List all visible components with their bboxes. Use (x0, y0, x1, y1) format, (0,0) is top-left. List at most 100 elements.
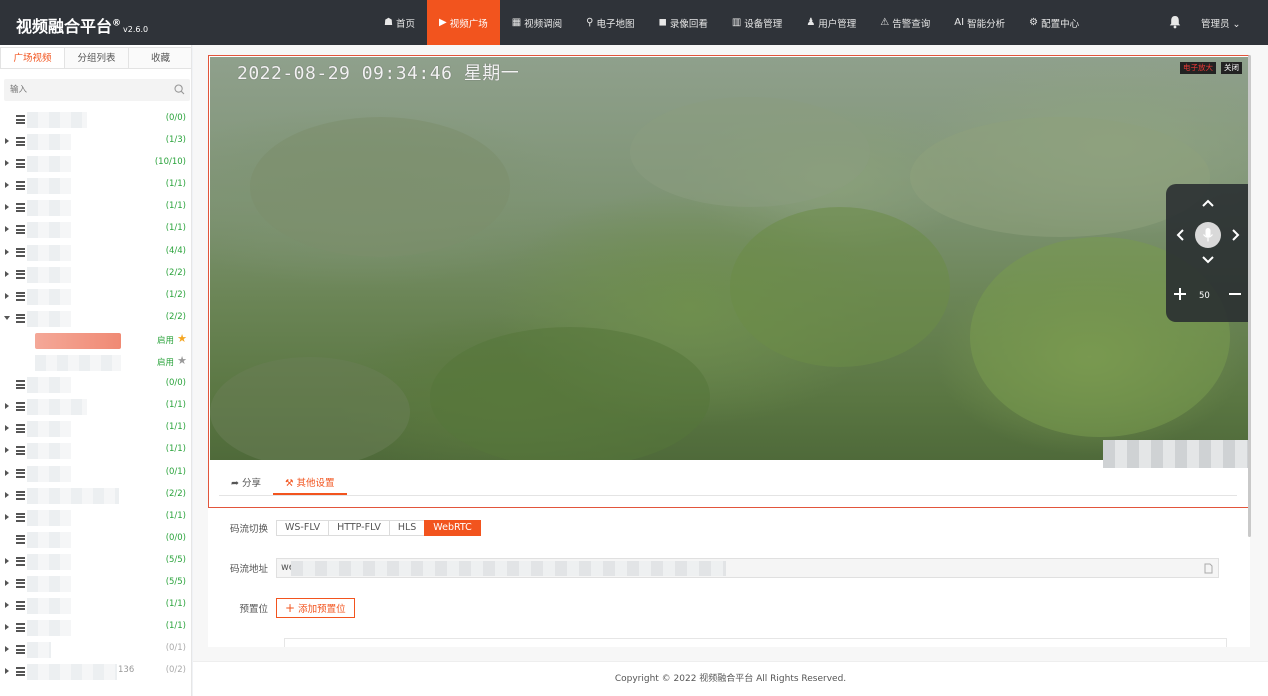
channel-item[interactable]: 启用 ★ (0, 330, 191, 352)
caret-right-icon[interactable] (5, 403, 9, 410)
tree-node[interactable]: (1/2) (0, 286, 191, 308)
user-menu[interactable]: 管理员 ⌄ (1201, 16, 1241, 30)
caret-down-icon[interactable] (4, 315, 10, 320)
tree-node[interactable]: (0/1) (0, 463, 191, 485)
tree-node[interactable]: (0/0) (0, 374, 191, 396)
detail-tab-0[interactable]: ➦ 分享 (219, 472, 273, 495)
search-input[interactable] (4, 79, 164, 101)
sidebar-tab-1[interactable]: 分组列表 (64, 47, 129, 68)
stream-switch-group: WS-FLV HTTP-FLV HLS WebRTC (276, 520, 481, 536)
node-name (27, 598, 71, 615)
tree-node[interactable]: (10/10) (0, 153, 191, 175)
caret-right-icon[interactable] (5, 646, 9, 653)
ptz-right-icon[interactable] (1228, 227, 1244, 243)
tree-node[interactable]: (0/0) (0, 529, 191, 551)
nav-item-9[interactable]: ⚙ 配置中心 (1017, 0, 1091, 45)
ptz-down-icon[interactable] (1200, 252, 1216, 268)
digital-zoom-button[interactable]: 电子放大 (1180, 62, 1216, 74)
tree-node[interactable]: (0/1) (0, 639, 191, 661)
brand-logo[interactable]: 视频融合平台®v2.6.0 (16, 13, 148, 37)
tree-node[interactable]: (1/1) (0, 197, 191, 219)
device-icon (16, 667, 25, 677)
nav-item-7[interactable]: ⚠ 告警查询 (868, 0, 942, 45)
video-camera-icon: ◼ (658, 17, 667, 28)
caret-right-icon[interactable] (5, 668, 9, 675)
device-icon (16, 247, 25, 257)
caret-right-icon[interactable] (5, 292, 9, 299)
close-video-button[interactable]: 关闭 (1221, 62, 1242, 74)
caret-right-icon[interactable] (5, 425, 9, 432)
tree-node[interactable]: (5/5) (0, 573, 191, 595)
add-preset-button[interactable]: + 添加预置位 (276, 598, 355, 618)
channel-item[interactable]: 启用 ★ (0, 352, 191, 374)
tree-node[interactable]: (1/1) (0, 595, 191, 617)
nav-item-0[interactable]: ☗ 首页 (372, 0, 427, 45)
caret-right-icon[interactable] (5, 138, 9, 145)
tree-node[interactable]: (4/4) (0, 242, 191, 264)
copy-icon[interactable] (1204, 563, 1213, 574)
search-icon[interactable] (174, 84, 185, 95)
home-icon: ☗ (384, 17, 393, 28)
microphone-button[interactable] (1195, 222, 1221, 248)
device-icon (16, 203, 25, 213)
caret-right-icon[interactable] (5, 204, 9, 211)
nav-item-label: 视频调阅 (524, 18, 563, 30)
caret-right-icon[interactable] (5, 624, 9, 631)
chevron-down-icon: ⌄ (1232, 19, 1241, 30)
ptz-left-icon[interactable] (1172, 227, 1188, 243)
nav-item-4[interactable]: ◼ 录像回看 (647, 0, 720, 45)
caret-right-icon[interactable] (5, 602, 9, 609)
stream-option-3[interactable]: WebRTC (424, 520, 481, 536)
caret-right-icon[interactable] (5, 579, 9, 586)
caret-right-icon[interactable] (5, 491, 9, 498)
zoom-out-icon[interactable] (1228, 287, 1242, 301)
caret-right-icon[interactable] (5, 226, 9, 233)
node-count: (5/5) (165, 554, 186, 565)
caret-right-icon[interactable] (5, 557, 9, 564)
node-name (27, 222, 71, 239)
stream-address-field[interactable]: we (276, 558, 1219, 578)
tree-node[interactable]: (1/1) (0, 396, 191, 418)
tree-node[interactable]: (1/1) (0, 219, 191, 241)
tree-node[interactable]: (1/1) (0, 440, 191, 462)
ptz-up-icon[interactable] (1200, 195, 1216, 211)
caret-right-icon[interactable] (5, 182, 9, 189)
tree-node[interactable]: (1/3) (0, 131, 191, 153)
nav-item-2[interactable]: ▦ 视频调阅 (500, 0, 574, 45)
tree-node[interactable]: (1/1) (0, 418, 191, 440)
tree-node[interactable]: (1/1) (0, 617, 191, 639)
stream-option-1[interactable]: HTTP-FLV (328, 520, 390, 536)
tree-node[interactable]: 136 (0/2) (0, 661, 191, 683)
video-player[interactable]: 2022-08-29 09:34:46 星期一 电子放大 关闭 50 (210, 57, 1248, 460)
star-icon[interactable]: ★ (177, 332, 187, 345)
star-icon[interactable]: ★ (177, 354, 187, 367)
tree-node[interactable]: (2/2) (0, 308, 191, 330)
tree-node[interactable]: (5/5) (0, 551, 191, 573)
sidebar-tab-2[interactable]: 收藏 (128, 47, 191, 68)
nav-item-8[interactable]: AI 智能分析 (942, 0, 1017, 45)
bell-icon[interactable] (1168, 15, 1182, 29)
sidebar-tab-0[interactable]: 广场视频 (0, 47, 65, 68)
tree-node[interactable]: (1/1) (0, 507, 191, 529)
tree-node[interactable]: (0/0) (0, 109, 191, 131)
stream-option-0[interactable]: WS-FLV (276, 520, 330, 536)
nav-item-1[interactable]: ▶ 视频广场 (426, 0, 500, 45)
caret-right-icon[interactable] (5, 248, 9, 255)
tree-node[interactable]: (2/2) (0, 485, 191, 507)
vertical-scrollbar[interactable] (1248, 55, 1251, 537)
caret-right-icon[interactable] (5, 160, 9, 167)
tree-node[interactable]: (1/1) (0, 175, 191, 197)
nav-item-5[interactable]: ▥ 设备管理 (720, 0, 794, 45)
device-icon (16, 424, 25, 434)
tree-node[interactable]: (2/2) (0, 264, 191, 286)
device-tree: (0/0) (1/3) (10/10) (1/1) (1/1) (1/1) (4/4) (2/… (0, 109, 191, 683)
stream-option-2[interactable]: HLS (388, 520, 426, 536)
zoom-in-icon[interactable] (1173, 287, 1187, 301)
nav-item-6[interactable]: ♟ 用户管理 (794, 0, 868, 45)
nav-item-3[interactable]: ⚲ 电子地图 (574, 0, 646, 45)
caret-right-icon[interactable] (5, 513, 9, 520)
caret-right-icon[interactable] (5, 469, 9, 476)
caret-right-icon[interactable] (5, 447, 9, 454)
caret-right-icon[interactable] (5, 270, 9, 277)
detail-tab-1[interactable]: ⚒ 其他设置 (273, 472, 347, 495)
